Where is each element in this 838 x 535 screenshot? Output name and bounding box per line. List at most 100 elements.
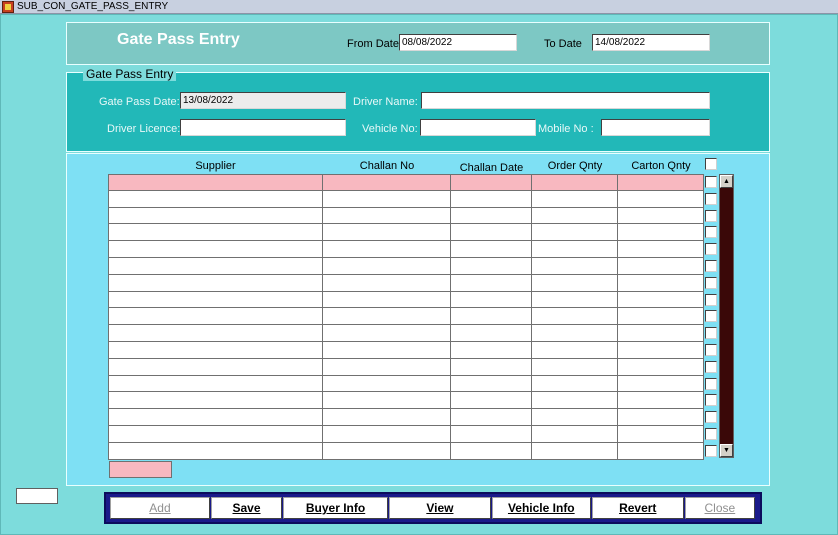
supplier-cell[interactable] (108, 341, 323, 359)
carton-qnty-cell[interactable] (618, 442, 704, 460)
row-checkbox[interactable] (705, 310, 717, 323)
order-qnty-cell[interactable] (532, 325, 618, 342)
carton-qnty-cell[interactable] (618, 409, 704, 426)
carton-qnty-cell[interactable] (618, 375, 704, 393)
challan-date-cell[interactable] (451, 325, 532, 342)
row-checkbox[interactable] (705, 176, 717, 188)
challan-date-cell[interactable] (451, 274, 532, 292)
challan-no-cell[interactable] (323, 358, 451, 376)
carton-qnty-cell[interactable] (618, 241, 704, 258)
carton-qnty-cell[interactable] (618, 257, 704, 275)
table-row[interactable] (108, 174, 704, 191)
row-checkbox[interactable] (705, 327, 717, 340)
row-checkbox[interactable] (705, 444, 717, 457)
save-button[interactable]: Save (210, 497, 283, 519)
order-qnty-cell[interactable] (532, 257, 618, 275)
carton-qnty-cell[interactable] (618, 274, 704, 292)
grid-scrollbar[interactable]: ▲ ▼ (719, 174, 734, 458)
challan-date-cell[interactable] (451, 174, 532, 191)
challan-date-cell[interactable] (451, 308, 532, 326)
supplier-cell[interactable] (108, 325, 323, 342)
order-qnty-cell[interactable] (532, 442, 618, 460)
challan-no-cell[interactable] (323, 274, 451, 292)
scroll-up-icon[interactable]: ▲ (720, 175, 733, 188)
scroll-down-icon[interactable]: ▼ (720, 444, 733, 457)
revert-button[interactable]: Revert (591, 497, 684, 519)
order-qnty-cell[interactable] (532, 207, 618, 225)
challan-no-cell[interactable] (323, 224, 451, 242)
row-checkbox[interactable] (705, 209, 717, 222)
table-row[interactable] (108, 274, 704, 292)
carton-qnty-cell[interactable] (618, 425, 704, 443)
close-button[interactable]: Close (684, 497, 755, 519)
total-field[interactable] (109, 461, 172, 478)
mobile-no-field[interactable] (601, 119, 710, 136)
carton-qnty-cell[interactable] (618, 207, 704, 225)
row-checkbox[interactable] (705, 428, 717, 440)
supplier-cell[interactable] (108, 392, 323, 410)
row-checkbox[interactable] (705, 276, 717, 289)
challan-no-cell[interactable] (323, 425, 451, 443)
table-row[interactable] (108, 392, 704, 410)
supplier-cell[interactable] (108, 207, 323, 225)
row-checkbox[interactable] (705, 293, 717, 306)
row-checkbox[interactable] (705, 394, 717, 407)
challan-date-cell[interactable] (451, 375, 532, 393)
challan-date-cell[interactable] (451, 207, 532, 225)
row-checkbox[interactable] (705, 377, 717, 390)
row-checkbox[interactable] (705, 411, 717, 424)
challan-date-cell[interactable] (451, 257, 532, 275)
challan-date-cell[interactable] (451, 392, 532, 410)
challan-no-cell[interactable] (323, 442, 451, 460)
gate-pass-date-field[interactable]: 13/08/2022 (180, 92, 346, 109)
challan-date-cell[interactable] (451, 224, 532, 242)
carton-qnty-cell[interactable] (618, 358, 704, 376)
table-row[interactable] (108, 291, 704, 309)
challan-date-cell[interactable] (451, 409, 532, 426)
supplier-cell[interactable] (108, 190, 323, 208)
carton-qnty-cell[interactable] (618, 174, 704, 191)
order-qnty-cell[interactable] (532, 241, 618, 258)
order-qnty-cell[interactable] (532, 375, 618, 393)
row-checkbox[interactable] (705, 226, 717, 239)
table-row[interactable] (108, 257, 704, 275)
carton-qnty-cell[interactable] (618, 308, 704, 326)
supplier-cell[interactable] (108, 409, 323, 426)
carton-qnty-cell[interactable] (618, 291, 704, 309)
challan-no-cell[interactable] (323, 409, 451, 426)
challan-no-cell[interactable] (323, 207, 451, 225)
order-qnty-cell[interactable] (532, 425, 618, 443)
supplier-cell[interactable] (108, 375, 323, 393)
from-date-field[interactable]: 08/08/2022 (399, 34, 517, 51)
supplier-cell[interactable] (108, 174, 323, 191)
to-date-field[interactable]: 14/08/2022 (592, 34, 710, 51)
challan-no-cell[interactable] (323, 325, 451, 342)
table-row[interactable] (108, 341, 704, 359)
supplier-cell[interactable] (108, 224, 323, 242)
table-row[interactable] (108, 358, 704, 376)
challan-date-cell[interactable] (451, 425, 532, 443)
table-row[interactable] (108, 425, 704, 443)
carton-qnty-cell[interactable] (618, 341, 704, 359)
select-all-checkbox[interactable] (705, 158, 717, 170)
table-row[interactable] (108, 442, 704, 460)
challan-no-cell[interactable] (323, 190, 451, 208)
challan-no-cell[interactable] (323, 174, 451, 191)
supplier-cell[interactable] (108, 291, 323, 309)
order-qnty-cell[interactable] (532, 174, 618, 191)
challan-no-cell[interactable] (323, 241, 451, 258)
row-checkbox[interactable] (705, 192, 717, 205)
driver-licence-field[interactable] (180, 119, 346, 136)
table-row[interactable] (108, 308, 704, 326)
vehicle-info-button[interactable]: Vehicle Info (491, 497, 591, 519)
challan-no-cell[interactable] (323, 308, 451, 326)
supplier-cell[interactable] (108, 358, 323, 376)
challan-date-cell[interactable] (451, 442, 532, 460)
buyer-info-button[interactable]: Buyer Info (283, 497, 388, 519)
order-qnty-cell[interactable] (532, 224, 618, 242)
view-button[interactable]: View (388, 497, 491, 519)
challan-no-cell[interactable] (323, 392, 451, 410)
order-qnty-cell[interactable] (532, 308, 618, 326)
carton-qnty-cell[interactable] (618, 325, 704, 342)
challan-no-cell[interactable] (323, 341, 451, 359)
